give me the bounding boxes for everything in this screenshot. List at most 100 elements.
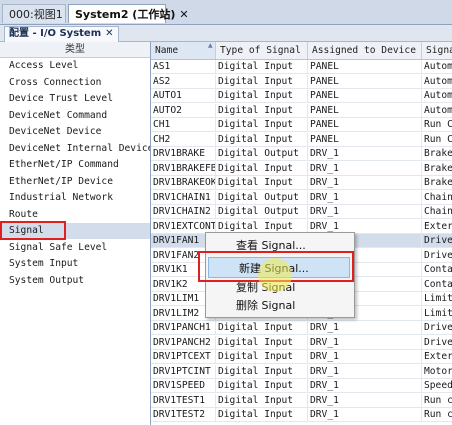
table-row[interactable]: DRV1SPEEDDigital InputDRV_1Speed signal xyxy=(151,379,452,393)
close-icon[interactable]: ✕ xyxy=(105,28,113,39)
column-header-device[interactable]: Assigned to Device xyxy=(308,42,422,59)
document-tab-bar: 000:视图1 System2 (工作站) ✕ xyxy=(0,0,452,25)
type-list-item[interactable]: Access Level xyxy=(0,58,150,74)
cell-device: DRV_1 xyxy=(308,350,422,364)
cell-name: DRV1PTCEXT xyxy=(151,350,216,364)
table-row[interactable]: DRV1TEST2Digital InputDRV_1Run chain tes… xyxy=(151,408,452,422)
cell-name: DRV1PANCH2 xyxy=(151,335,216,350)
table-row[interactable]: DRV1PTCEXTDigital InputDRV_1External PTC xyxy=(151,350,452,364)
cell-label: Drive enable chain 1 xyxy=(422,321,452,335)
tab-view1-label: 000:视图1 xyxy=(9,8,63,21)
table-row[interactable]: AS2Digital InputPANELAutomatic Stop chai… xyxy=(151,74,452,89)
table-row[interactable]: CH1Digital InputPANELRun Chain 1 xyxy=(151,118,452,132)
table-row[interactable]: CH2Digital InputPANELRun Chain 2 xyxy=(151,132,452,147)
type-list-item[interactable]: Industrial Network xyxy=(0,190,150,206)
menu-item-new-signal[interactable]: 新建 Signal... xyxy=(208,257,350,278)
cell-device: DRV_1 xyxy=(308,176,422,190)
cell-label: Brake voltage ok xyxy=(422,176,452,190)
table-row[interactable]: DRV1PTCINTDigital InputDRV_1Motor PTC xyxy=(151,364,452,379)
table-header: Name ▲ Type of Signal Assigned to Device… xyxy=(151,42,452,60)
cell-device: DRV_1 xyxy=(308,364,422,379)
cell-type: Digital Output xyxy=(216,190,308,205)
cell-name: DRV1SPEED xyxy=(151,379,216,393)
cell-type: Digital Input xyxy=(216,74,308,89)
table-row[interactable]: AUTO1Digital InputPANELAutomatic Mode xyxy=(151,89,452,103)
table-row[interactable]: AS1Digital InputPANELAutomatic Stop chai… xyxy=(151,60,452,74)
cell-device: DRV_1 xyxy=(308,190,422,205)
table-row[interactable]: DRV1PANCH1Digital InputDRV_1Drive enable… xyxy=(151,321,452,335)
column-header-type[interactable]: Type of Signal xyxy=(216,42,308,59)
type-list-panel: 类型 Access Level Cross Connection Device Tr… xyxy=(0,42,151,425)
tab-view1[interactable]: 000:视图1 xyxy=(2,4,66,23)
cell-name: DRV1CHAIN1 xyxy=(151,190,216,205)
cell-type: Digital Input xyxy=(216,103,308,118)
menu-item-delete-signal[interactable]: 删除 Signal xyxy=(206,295,354,316)
table-row[interactable]: DRV1PANCH2Digital InputDRV_1Drive enable… xyxy=(151,335,452,350)
cell-label: Chain 2 interlocking xyxy=(422,205,452,219)
cell-device: DRV_1 xyxy=(308,161,422,176)
tab-io-system-config[interactable]: 配置 - I/O System ✕ xyxy=(4,26,119,42)
cell-device: DRV_1 xyxy=(308,321,422,335)
table-row[interactable]: DRV1CHAIN1Digital OutputDRV_1Chain 1 int… xyxy=(151,190,452,205)
cell-label: Run Chain 2 xyxy=(422,133,452,147)
cell-type: Digital Input xyxy=(216,161,308,176)
cell-device: DRV_1 xyxy=(308,335,422,350)
table-row[interactable]: DRV1BRAKEOKDigital InputDRV_1Brake volta… xyxy=(151,176,452,190)
cell-name: AS1 xyxy=(151,60,216,74)
cell-label: External PTC xyxy=(422,350,452,364)
type-list-item[interactable]: DeviceNet Command xyxy=(0,108,150,124)
type-list-item[interactable]: System Input xyxy=(0,256,150,272)
cell-device: DRV_1 xyxy=(308,147,422,161)
type-list-item[interactable]: Signal Safe Level xyxy=(0,240,150,256)
sort-ascending-icon: ▲ xyxy=(208,42,213,49)
type-list-item[interactable]: EtherNet/IP Device xyxy=(0,174,150,190)
cell-name: AUTO2 xyxy=(151,103,216,118)
tab-io-system-label: 配置 - I/O System xyxy=(9,28,102,39)
cell-device: PANEL xyxy=(308,74,422,89)
table-row[interactable]: DRV1TEST1Digital InputDRV_1Run chain tes… xyxy=(151,393,452,408)
tab-system2[interactable]: System2 (工作站) ✕ xyxy=(68,4,189,23)
cell-device: PANEL xyxy=(308,60,422,74)
type-list-item[interactable]: Route xyxy=(0,207,150,223)
cell-label: Automatic Stop chain xyxy=(422,75,452,89)
cell-label: Motor PTC xyxy=(422,365,452,379)
table-row[interactable]: DRV1BRAKEDigital OutputDRV_1Brake-releas… xyxy=(151,147,452,161)
table-row[interactable]: DRV1BRAKEFBDigital InputDRV_1Brake feedb… xyxy=(151,161,452,176)
cell-type: Digital Input xyxy=(216,176,308,190)
type-list-item[interactable]: Cross Connection xyxy=(0,75,150,91)
cell-type: Digital Input xyxy=(216,321,308,335)
column-header-name[interactable]: Name xyxy=(151,42,216,59)
cell-type: Digital Output xyxy=(216,147,308,161)
cell-name: DRV1BRAKEOK xyxy=(153,176,216,190)
type-list-item[interactable]: System Output xyxy=(0,273,150,289)
cell-label: External contactor xyxy=(422,220,452,234)
type-list-item[interactable]: DeviceNet Internal Device xyxy=(0,141,150,157)
cell-type: Digital Input xyxy=(216,335,308,350)
type-list-item[interactable]: DeviceNet Device xyxy=(0,124,150,140)
cell-label: Drive enable chain 2 xyxy=(422,336,452,350)
cell-name: DRV1TEST2 xyxy=(151,408,216,422)
type-list-item[interactable]: Signal xyxy=(0,223,150,239)
cell-device: DRV_1 xyxy=(308,408,422,422)
menu-item-view-signal[interactable]: 查看 Signal... xyxy=(206,235,354,256)
cell-label: Contactor K1 xyxy=(422,263,452,277)
type-list-item[interactable]: EtherNet/IP Command xyxy=(0,157,150,173)
cell-name: DRV1BRAKEFB xyxy=(153,161,216,176)
cell-device: PANEL xyxy=(308,118,422,132)
table-row[interactable]: AUTO2Digital InputPANELAutomatic Mode xyxy=(151,103,452,118)
cell-label: Chain 1 interlocking xyxy=(422,191,452,205)
cell-label: Speed signal xyxy=(422,379,452,393)
close-icon[interactable]: ✕ xyxy=(179,8,188,21)
cell-label: Contactor K2 xyxy=(422,278,452,292)
cell-label: Brake-release xyxy=(422,147,452,161)
cell-label: Brake feedback xyxy=(422,162,452,176)
type-list-item[interactable]: Device Trust Level xyxy=(0,91,150,107)
cell-name: CH2 xyxy=(151,132,216,147)
cell-device: DRV_1 xyxy=(308,379,422,393)
type-list-header: 类型 xyxy=(0,42,150,58)
cell-label: Limit switch 2 xyxy=(422,307,452,321)
table-row[interactable]: DRV1CHAIN2Digital OutputDRV_1Chain 2 int… xyxy=(151,205,452,219)
cell-type: Digital Input xyxy=(216,118,308,132)
column-header-label[interactable]: Signal Identification Label xyxy=(422,42,452,59)
context-menu: 查看 Signal... 新建 Signal... 复制 Signal 删除 S… xyxy=(205,232,355,318)
